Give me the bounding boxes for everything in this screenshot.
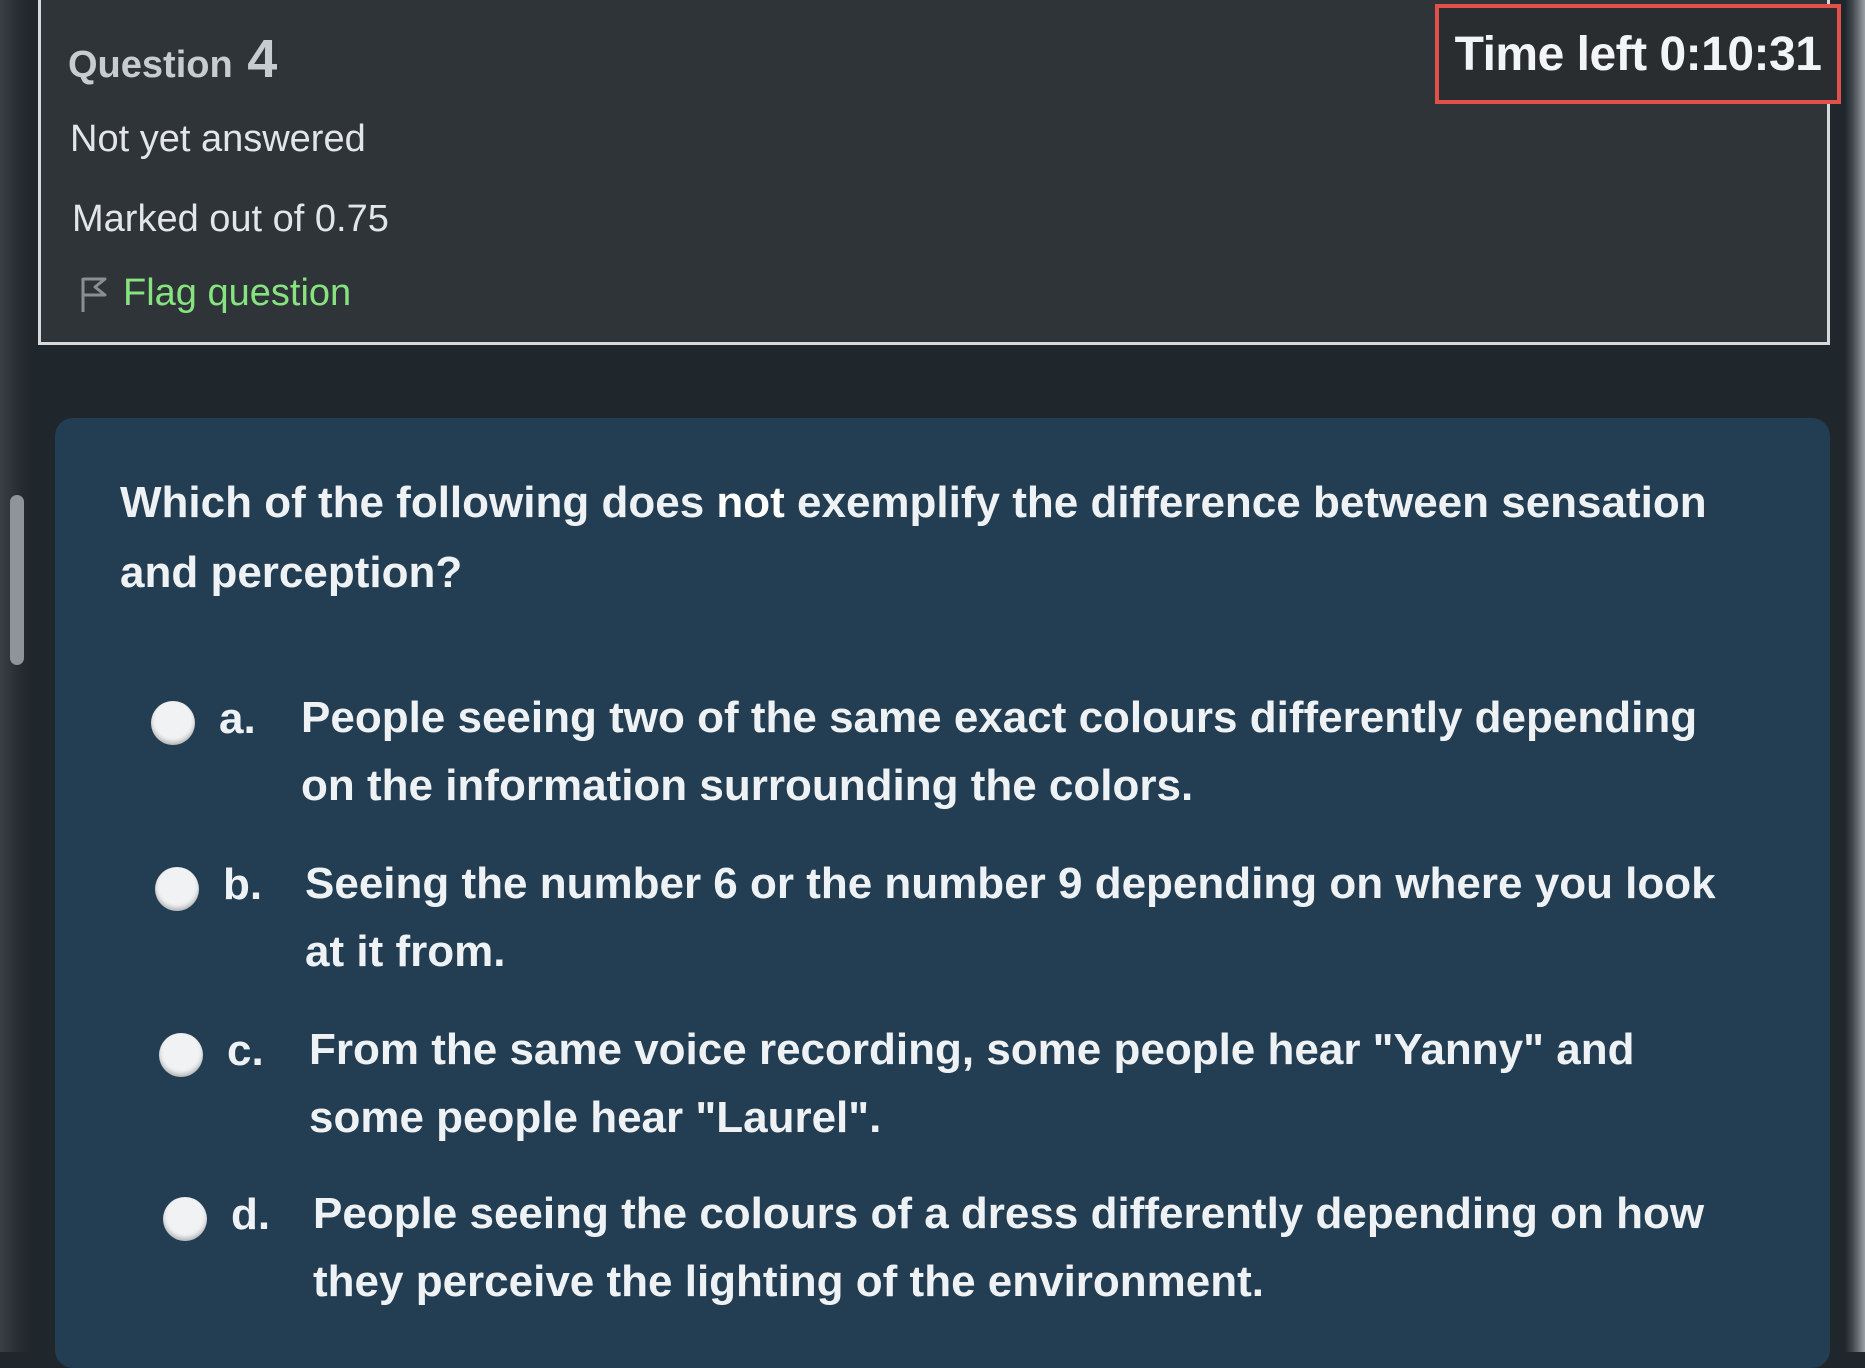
question-title: Question 4 (68, 28, 277, 90)
radio-button-c[interactable] (159, 1033, 203, 1077)
answer-option-d[interactable]: d. People seeing the colours of a dress … (163, 1180, 1753, 1316)
answer-text: People seeing the colours of a dress dif… (313, 1189, 1705, 1306)
question-info-box: Question 4 Not yet answered Marked out o… (38, 0, 1841, 345)
radio-button-d[interactable] (163, 1197, 207, 1241)
question-content: Which of the following does not exemplif… (55, 418, 1830, 1368)
answer-option-b[interactable]: b. Seeing the number 6 or the number 9 d… (155, 850, 1745, 986)
screen-edge-right (1845, 0, 1865, 1352)
radio-button-b[interactable] (155, 867, 199, 911)
quiz-timer: Time left 0:10:31 (1435, 4, 1841, 104)
scrollbar-thumb[interactable] (10, 495, 24, 665)
flag-question-link[interactable]: Flag question (77, 272, 351, 315)
question-text: Which of the following does not exemplif… (120, 468, 1760, 608)
answer-letter: b. (223, 860, 263, 909)
answer-letter: d. (231, 1190, 271, 1239)
question-label: Question (68, 44, 233, 86)
answer-text: People seeing two of the same exact colo… (301, 693, 1698, 810)
question-grade: Marked out of 0.75 (72, 198, 389, 240)
answer-option-c[interactable]: c. From the same voice recording, some p… (159, 1016, 1749, 1152)
answer-text: From the same voice recording, some peop… (309, 1025, 1635, 1142)
flag-question-label: Flag question (123, 272, 352, 314)
question-number: 4 (247, 29, 278, 89)
answer-option-a[interactable]: a. People seeing two of the same exact c… (151, 684, 1741, 820)
flag-icon (81, 277, 107, 312)
answer-letter: c. (227, 1026, 264, 1075)
question-text-emphasis: not (716, 478, 785, 527)
question-text-part-1: Which of the following does (120, 478, 717, 527)
radio-button-a[interactable] (151, 701, 195, 745)
answer-letter: a. (219, 694, 256, 743)
answer-text: Seeing the number 6 or the number 9 depe… (305, 859, 1716, 976)
question-state: Not yet answered (70, 118, 366, 160)
timer-text: Time left 0:10:31 (1454, 27, 1822, 81)
screen-edge-left (0, 0, 30, 1352)
